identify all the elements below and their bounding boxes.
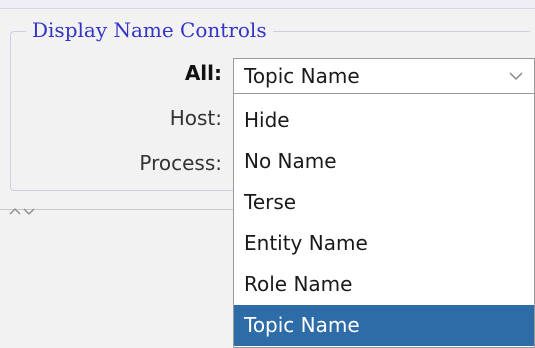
option-role-name[interactable]: Role Name — [234, 264, 534, 305]
option-hide[interactable]: Hide — [234, 100, 534, 141]
group-title: Display Name Controls — [26, 16, 273, 44]
option-topic-name[interactable]: Topic Name — [234, 305, 534, 346]
display-name-dropdown-list: Hide No Name Terse Entity Name Role Name… — [233, 94, 535, 348]
collapse-expand-icon[interactable] — [8, 206, 42, 216]
top-panel-edge — [0, 0, 535, 9]
all-display-name-combobox[interactable]: Topic Name — [233, 58, 535, 94]
host-label: Host: — [169, 106, 222, 130]
chevron-down-icon[interactable] — [508, 69, 524, 83]
combo-selected-value: Topic Name — [244, 64, 360, 88]
process-label: Process: — [139, 151, 222, 175]
option-no-name[interactable]: No Name — [234, 141, 534, 182]
all-label: All: — [184, 61, 222, 85]
option-terse[interactable]: Terse — [234, 182, 534, 223]
option-entity-name[interactable]: Entity Name — [234, 223, 534, 264]
